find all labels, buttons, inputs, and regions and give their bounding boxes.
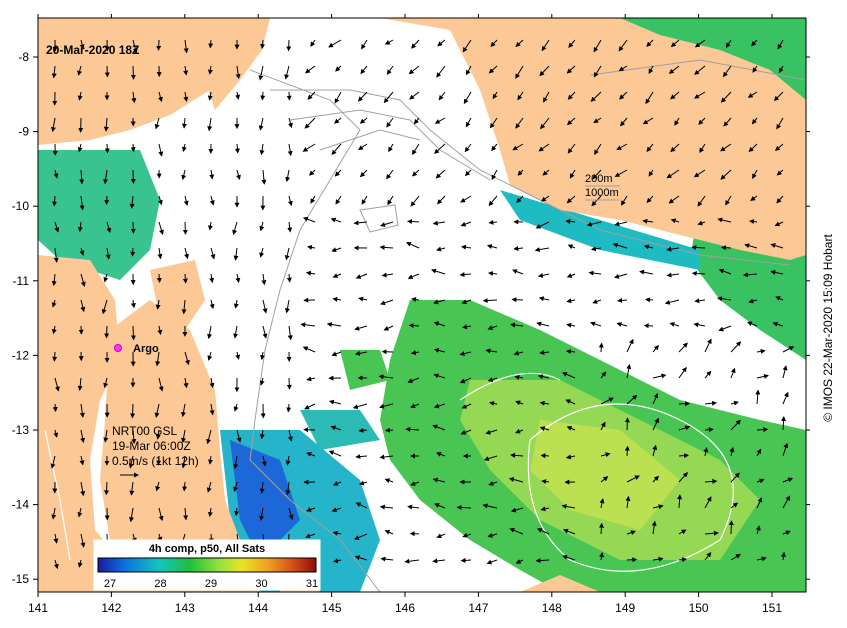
x-tick-label: 144: [248, 601, 268, 615]
current-arrow: [286, 273, 292, 283]
x-tick-label: 147: [468, 601, 488, 615]
credit-line: © IMOS 22-Mar-2020 15:09 Hobart: [818, 234, 838, 422]
x-tick-label: 151: [762, 601, 782, 615]
x-tick-label: 146: [395, 601, 415, 615]
y-tick-label: -13: [12, 423, 30, 437]
colorbar-tick-label: 29: [205, 578, 217, 590]
current-arrow: [156, 39, 162, 51]
credit-text: © IMOS 22-Mar-2020 15:09 Hobart: [821, 234, 835, 422]
current-arrow: [384, 427, 394, 433]
current-arrow: [643, 323, 654, 329]
current-time: 19-Mar 06:00Z: [112, 439, 191, 453]
sst-map: 141 142 143 144 145 146 147 148 149 150 151 -8 -9 -1…: [12, 14, 810, 615]
current-arrow: [460, 557, 472, 563]
argo-label: Argo: [133, 343, 159, 355]
map-timestamp: 20-Mar-2020 18Z: [46, 43, 139, 57]
current-source: NRT00 GSL: [112, 424, 177, 438]
current-arrow: [104, 195, 110, 205]
current-scale: 0.5m/s (1kt 12h): [112, 454, 199, 468]
current-arrow: [130, 143, 136, 153]
current-arrow: [286, 403, 292, 413]
colorbar-tick-label: 27: [104, 578, 116, 590]
current-arrow: [104, 143, 110, 154]
current-arrow: [286, 377, 292, 390]
x-tick-label: 149: [615, 601, 635, 615]
y-tick-label: -9: [18, 125, 29, 139]
current-arrow: [720, 245, 732, 251]
current-arrow: [52, 403, 58, 413]
current-arrow: [208, 39, 214, 49]
current-arrow: [408, 323, 420, 329]
current-arrow: [540, 453, 550, 459]
current-arrow: [626, 557, 638, 563]
x-tick-label: 148: [542, 601, 562, 615]
colorbar-tick-label: 28: [154, 578, 166, 590]
isobath-1000m-label: 1000m: [585, 187, 619, 199]
y-tick-label: -10: [12, 199, 30, 213]
current-arrow: [756, 427, 769, 433]
y-tick-label: -12: [12, 348, 30, 362]
colorbar-tick-label: 30: [255, 578, 267, 590]
x-tick-label: 145: [322, 601, 342, 615]
x-tick-label: 142: [101, 601, 121, 615]
y-tick-label: -15: [12, 572, 30, 586]
current-arrow: [260, 91, 266, 101]
colorbar-tick-label: 31: [306, 578, 318, 590]
y-tick-label: -11: [13, 274, 30, 288]
current-arrow: [598, 342, 604, 353]
x-tick-label: 143: [175, 601, 195, 615]
current-arrow: [104, 325, 110, 339]
current-arrow: [691, 245, 706, 251]
current-arrow: [52, 351, 58, 362]
argo-float-icon[interactable]: [114, 344, 122, 352]
current-arrow: [624, 445, 630, 457]
current-arrow: [728, 520, 734, 535]
current-arrow: [156, 273, 162, 283]
current-arrow: [704, 427, 714, 433]
current-arrow: [130, 247, 136, 257]
x-tick-label: 141: [28, 601, 48, 615]
current-arrow: [104, 481, 110, 496]
current-arrow: [130, 403, 136, 419]
y-tick-label: -14: [12, 498, 30, 512]
current-arrow: [182, 221, 188, 235]
isobath-200m-label: 200m: [585, 173, 613, 185]
current-arrow: [182, 273, 188, 284]
x-tick-label: 150: [689, 601, 709, 615]
current-arrow: [130, 325, 136, 341]
current-arrow: [409, 531, 420, 537]
colorbar-gradient: [97, 557, 317, 573]
current-arrow: [678, 453, 689, 459]
current-arrow: [678, 401, 690, 407]
current-arrow: [406, 219, 420, 225]
current-arrow: [624, 417, 630, 431]
colorbar: 4h comp, p50, All Sats 27 28 29 30 31: [93, 539, 321, 591]
current-arrow: [645, 297, 654, 303]
current-arrow: [130, 65, 136, 80]
current-arrow: [456, 505, 472, 511]
y-tick-label: -8: [18, 50, 29, 64]
colorbar-title: 4h comp, p50, All Sats: [149, 543, 265, 555]
current-arrow: [511, 297, 524, 303]
